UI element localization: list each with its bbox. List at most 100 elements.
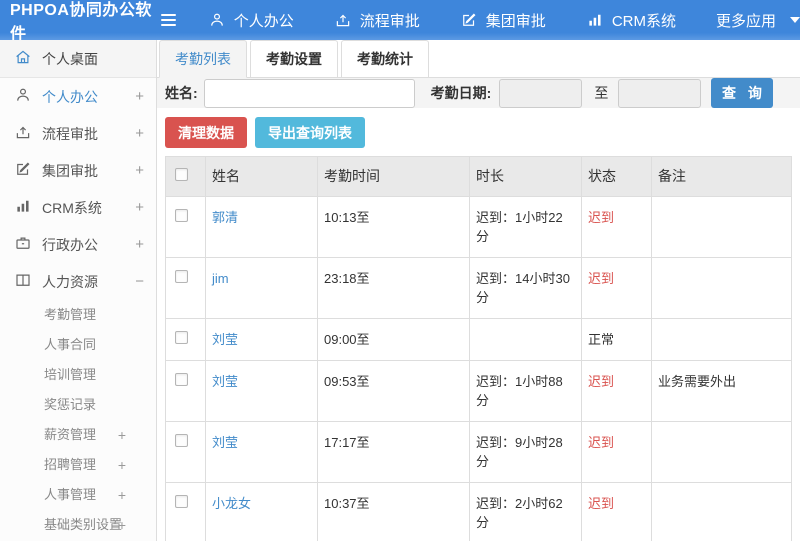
- employee-name-link[interactable]: 刘莹: [212, 332, 238, 347]
- nav-item-personal-office[interactable]: 个人办公: [208, 10, 294, 31]
- sidebar-item-workflow-approval[interactable]: 流程审批 +: [0, 115, 156, 152]
- export-list-button[interactable]: 导出查询列表: [255, 117, 365, 148]
- nav-item-crm[interactable]: CRM系统: [586, 10, 676, 31]
- sidebar-item-label: 流程审批: [42, 125, 98, 142]
- expand-plus-icon[interactable]: +: [118, 450, 126, 480]
- caret-down-icon: [790, 17, 800, 23]
- clear-data-button[interactable]: 清理数据: [165, 117, 247, 148]
- expand-plus-icon[interactable]: +: [135, 162, 144, 179]
- sidebar-item-admin-office[interactable]: 行政办公 +: [0, 226, 156, 263]
- expand-plus-icon[interactable]: +: [135, 125, 144, 142]
- row-checkbox[interactable]: [175, 373, 188, 386]
- sidebar-item-label: 个人办公: [42, 88, 98, 105]
- status-cell: 迟到: [581, 257, 652, 319]
- sidebar-subitem-salary[interactable]: 薪资管理 +: [0, 420, 156, 450]
- col-header-time: 考勤时间: [317, 156, 470, 197]
- top-nav: 个人办公 流程审批 集团审批 CRM系统 更多应用: [208, 10, 800, 31]
- expand-plus-icon[interactable]: +: [118, 420, 126, 450]
- name-label: 姓名:: [165, 85, 198, 101]
- row-checkbox[interactable]: [175, 434, 188, 447]
- expand-plus-icon[interactable]: +: [118, 480, 126, 510]
- edit-icon: [14, 160, 32, 181]
- table-body: 郭清 10:13至 迟到：1小时22分 迟到 jim 23:18至 迟到：14小…: [165, 196, 792, 541]
- col-header-name: 姓名: [205, 156, 318, 197]
- row-checkbox[interactable]: [175, 270, 188, 283]
- employee-name-link[interactable]: 刘莹: [212, 435, 238, 450]
- row-checkbox[interactable]: [175, 495, 188, 508]
- bar-chart-icon: [586, 11, 604, 29]
- workflow-icon: [14, 123, 32, 144]
- tab-attendance-settings[interactable]: 考勤设置: [250, 40, 338, 78]
- expand-plus-icon[interactable]: +: [135, 88, 144, 105]
- attendance-time-cell: 10:13至: [317, 196, 470, 258]
- remark-cell: [651, 482, 792, 541]
- tab-bar: 考勤列表 考勤设置 考勤统计: [157, 40, 800, 78]
- name-input[interactable]: [203, 78, 415, 108]
- table-row: 郭清 10:13至 迟到：1小时22分 迟到: [165, 196, 792, 258]
- col-header-status: 状态: [581, 156, 652, 197]
- collapse-minus-icon[interactable]: −: [135, 273, 144, 290]
- sidebar-subitem-base-categories[interactable]: 基础类别设置 +: [0, 510, 156, 540]
- nav-label: 集团审批: [485, 12, 546, 30]
- sidebar-subitem-contracts[interactable]: 人事合同: [0, 330, 156, 360]
- duration-cell: 迟到：9小时28分: [469, 421, 582, 483]
- action-toolbar: 清理数据 导出查询列表: [157, 108, 800, 156]
- table-row: 刘莹 17:17至 迟到：9小时28分 迟到: [165, 421, 792, 483]
- employee-name-link[interactable]: 郭清: [212, 210, 238, 225]
- sidebar-item-hr[interactable]: 人力资源 −: [0, 263, 156, 300]
- subitem-label: 奖惩记录: [44, 397, 97, 412]
- employee-name-link[interactable]: 小龙女: [212, 496, 251, 511]
- expand-plus-icon[interactable]: +: [135, 199, 144, 216]
- col-header-remark: 备注: [651, 156, 792, 197]
- date-to-input[interactable]: [618, 78, 702, 108]
- sidebar-subitem-attendance[interactable]: 考勤管理: [0, 300, 156, 330]
- expand-plus-icon[interactable]: +: [135, 236, 144, 253]
- tab-attendance-list[interactable]: 考勤列表: [159, 40, 247, 78]
- attendance-table-wrap: 姓名 考勤时间 时长 状态 备注 郭清 10:13至 迟到：1小时22分 迟到 …: [157, 156, 800, 541]
- subitem-label: 考勤管理: [44, 307, 97, 322]
- sidebar-item-crm[interactable]: CRM系统 +: [0, 189, 156, 226]
- employee-name-link[interactable]: 刘莹: [212, 374, 238, 389]
- select-all-checkbox[interactable]: [175, 168, 188, 181]
- row-checkbox[interactable]: [175, 209, 188, 222]
- nav-item-workflow-approval[interactable]: 流程审批: [334, 10, 420, 31]
- col-header-duration: 时长: [469, 156, 582, 197]
- sidebar-item-personal-office[interactable]: 个人办公 +: [0, 78, 156, 115]
- status-cell: 正常: [581, 318, 652, 361]
- attendance-time-cell: 23:18至: [317, 257, 470, 319]
- sidebar-subitem-personnel[interactable]: 人事管理 +: [0, 480, 156, 510]
- book-icon: [14, 271, 32, 292]
- date-from-input[interactable]: [499, 78, 583, 108]
- sidebar-item-label: 行政办公: [42, 236, 98, 253]
- search-button[interactable]: 查 询: [711, 78, 773, 108]
- remark-cell: [651, 318, 792, 361]
- nav-item-group-approval[interactable]: 集团审批: [460, 10, 546, 31]
- nav-item-more-apps[interactable]: 更多应用: [716, 10, 800, 31]
- sidebar-subitem-training[interactable]: 培训管理: [0, 360, 156, 390]
- nav-label: CRM系统: [611, 12, 676, 30]
- hamburger-menu-icon[interactable]: [160, 14, 176, 26]
- remark-cell: 业务需要外出: [651, 360, 792, 422]
- sidebar-item-group-approval[interactable]: 集团审批 +: [0, 152, 156, 189]
- table-row: jim 23:18至 迟到：14小时30分 迟到: [165, 257, 792, 319]
- date-label: 考勤日期:: [430, 85, 492, 101]
- attendance-time-cell: 09:53至: [317, 360, 470, 422]
- employee-name-link[interactable]: jim: [212, 271, 229, 286]
- sidebar-subitem-rewards[interactable]: 奖惩记录: [0, 390, 156, 420]
- row-checkbox[interactable]: [175, 331, 188, 344]
- filter-bar: 姓名: 考勤日期: 至 查 询: [157, 78, 800, 108]
- subitem-label: 人事合同: [44, 337, 97, 352]
- home-icon: [14, 48, 32, 69]
- user-icon: [14, 86, 32, 107]
- sidebar-subitem-recruiting[interactable]: 招聘管理 +: [0, 450, 156, 480]
- duration-cell: 迟到：1小时22分: [469, 196, 582, 258]
- duration-cell: 迟到：14小时30分: [469, 257, 582, 319]
- duration-cell: [469, 318, 582, 361]
- bar-chart-icon: [14, 197, 32, 218]
- expand-plus-icon[interactable]: +: [118, 510, 126, 540]
- tab-attendance-stats[interactable]: 考勤统计: [341, 40, 429, 78]
- sidebar-item-desktop[interactable]: 个人桌面: [0, 40, 156, 78]
- table-header-row: 姓名 考勤时间 时长 状态 备注: [165, 156, 792, 197]
- nav-label: 更多应用: [715, 12, 776, 30]
- attendance-table: 姓名 考勤时间 时长 状态 备注 郭清 10:13至 迟到：1小时22分 迟到 …: [165, 156, 792, 541]
